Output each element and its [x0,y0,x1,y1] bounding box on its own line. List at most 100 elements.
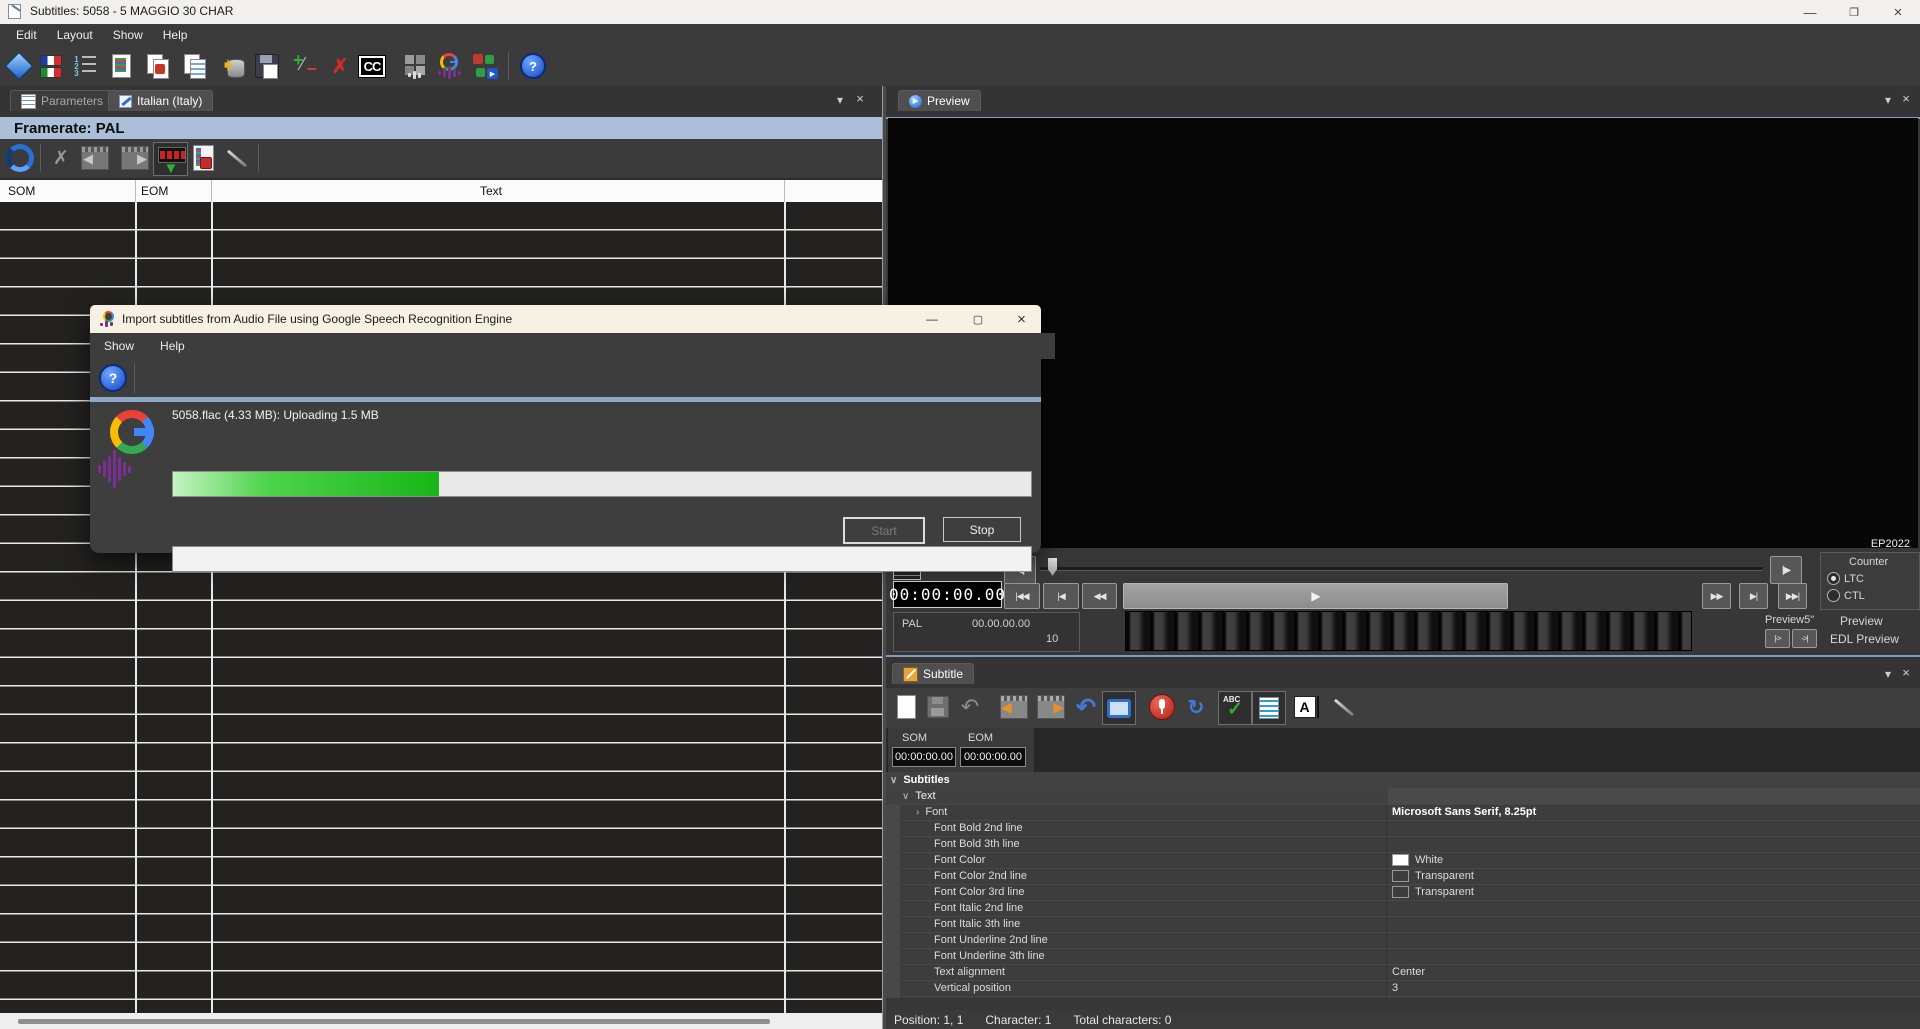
tab-list-dropdown-icon[interactable]: ▾ [832,93,848,107]
previous-frame-button[interactable]: |◀ [1043,583,1079,609]
preview-in-button[interactable]: |-> [1765,629,1790,648]
menu-layout[interactable]: Layout [47,24,103,46]
import-filmstrip-icon[interactable]: ▼ [153,142,188,176]
microphone-icon[interactable] [1146,691,1178,723]
property-row-font-color[interactable]: Font Color White [886,852,1920,869]
property-row-font[interactable]: ›Font Microsoft Sans Serif, 8.25pt [886,804,1920,821]
dialog-help-icon[interactable]: ? [99,364,127,392]
refresh-circle-icon[interactable] [5,142,35,174]
closed-captions-icon[interactable]: CC [357,50,387,82]
preview-dropdown-icon[interactable]: ▾ [1880,93,1896,107]
delete-red-x-icon[interactable]: ✗ [325,50,355,82]
fast-forward-button[interactable]: ▶▶ [1702,583,1731,609]
property-row-font-color-2nd[interactable]: Font Color 2nd line Transparent [886,868,1920,885]
database-export-icon[interactable]: ➧ [218,50,248,82]
column-text[interactable]: Text [480,184,502,198]
refresh-blue-icon[interactable]: ↻ [1180,691,1212,723]
subtitle-dropdown-icon[interactable]: ▾ [1880,667,1896,681]
tab-close-icon[interactable]: × [852,91,868,106]
new-document-icon[interactable] [890,691,922,723]
preview-close-icon[interactable]: × [1898,91,1914,106]
audio-blocks-icon[interactable] [400,50,430,82]
undo-gray-icon[interactable]: ↶ [954,691,986,723]
dialog-close-button[interactable]: × [1002,305,1041,333]
subtitle-close-icon[interactable]: × [1898,665,1914,680]
chevron-down-icon[interactable]: ∨ [890,775,897,786]
spellcheck-icon[interactable]: ABC ✓ [1218,691,1252,725]
close-button[interactable]: × [1876,0,1920,24]
minimize-button[interactable]: — [1788,0,1832,24]
save-icon[interactable] [922,691,954,723]
skip-to-start-button[interactable]: |◀◀ [1004,583,1040,609]
dialog-maximize-button[interactable]: ▢ [956,305,1000,333]
copy-documents-red-icon[interactable] [143,50,173,82]
restore-button[interactable]: ❐ [1832,0,1876,24]
property-row-font-color-3rd[interactable]: Font Color 3rd line Transparent [886,884,1920,901]
horizontal-scrollbar[interactable] [0,1013,882,1029]
eom-input[interactable]: 00:00:00.00 [960,747,1026,767]
clip-next-icon[interactable]: ▶ [1035,691,1067,723]
rewind-button[interactable]: ◀◀ [1082,583,1117,609]
property-row-font-italic-3th[interactable]: Font Italic 3th line [886,916,1920,933]
tab-italian-italy[interactable]: Italian (Italy) [108,90,213,111]
undo-blue-icon[interactable]: ↶ [1070,691,1102,723]
screen-box-icon[interactable] [1102,691,1136,725]
tab-subtitle[interactable]: Subtitle [892,663,974,684]
dialog-minimize-button[interactable]: — [910,305,954,333]
chevron-down-icon[interactable]: ∨ [902,791,909,802]
chevron-right-icon[interactable]: › [916,807,919,818]
media-flowchart-icon[interactable]: ▶ [470,50,500,82]
menu-edit[interactable]: Edit [6,24,47,46]
next-frame-button[interactable]: ▶| [1739,583,1768,609]
tab-parameters[interactable]: Parameters [10,90,114,111]
property-group-subtitles[interactable]: ∨Subtitles [886,772,1920,789]
help-icon[interactable]: ? [518,50,548,82]
preview-out-button[interactable]: ->| [1792,629,1817,648]
skip-to-end-button[interactable]: ▶▶| [1778,583,1807,609]
stop-button[interactable]: Stop [943,517,1021,542]
som-input[interactable]: 00:00:00.00 [892,747,956,767]
languages-flags-icon[interactable] [36,50,66,82]
column-eom[interactable]: EOM [141,184,168,198]
timeline-slider-track[interactable] [1040,567,1763,571]
menu-show[interactable]: Show [103,24,153,46]
property-row-font-underline-3th[interactable]: Font Underline 3th line [886,948,1920,965]
clip-left-icon[interactable]: ◀ [78,142,112,174]
copy-documents-blue-icon[interactable] [180,50,210,82]
add-remove-icon[interactable]: + ⁄ − [290,50,320,82]
play-button[interactable]: ▶ [1123,583,1508,609]
save-file-icon[interactable] [252,50,282,82]
tool-wand-icon[interactable] [222,142,252,174]
property-row-font-underline-2nd[interactable]: Font Underline 2nd line [886,932,1920,949]
property-row-font-bold-3th[interactable]: Font Bold 3th line [886,836,1920,853]
radio-ltc[interactable]: LTC [1827,572,1864,585]
tab-preview[interactable]: ▶ Preview [898,90,981,111]
delete-x-icon[interactable]: ✗ [46,142,76,174]
tool-wand-icon[interactable] [1328,691,1360,723]
menu-help[interactable]: Help [153,24,198,46]
column-som[interactable]: SOM [8,184,35,198]
start-button[interactable]: Start [843,517,925,544]
letter-a-icon[interactable]: A [1290,691,1322,723]
import-document-icon[interactable] [106,50,136,82]
text-lines-icon[interactable] [1252,691,1286,725]
property-row-font-italic-2nd[interactable]: Font Italic 2nd line [886,900,1920,917]
radio-ctl[interactable]: CTL [1827,589,1865,602]
property-row-vertical-position[interactable]: Vertical position 3 [886,980,1920,997]
property-group-text[interactable]: ∨Text [886,788,1920,805]
scrollbar-thumb[interactable] [18,1019,770,1024]
property-row-text-alignment[interactable]: Text alignment Center [886,964,1920,981]
numbered-list-icon[interactable]: 123 [70,50,100,82]
timeline-slider-thumb[interactable] [1048,558,1057,576]
google-speech-icon[interactable] [434,50,464,82]
preview-mode-label[interactable]: Preview [1840,614,1883,628]
property-row-font-bold-2nd[interactable]: Font Bold 2nd line [886,820,1920,837]
edl-preview-label[interactable]: EDL Preview [1830,632,1899,646]
slider-step-forward-button[interactable]: |▶ [1770,556,1802,584]
dialog-menu-show[interactable]: Show [104,339,134,353]
filmstrip-thumbnails[interactable] [1125,611,1692,651]
locked-document-icon[interactable] [188,142,218,174]
clip-right-icon[interactable]: ▶ [118,142,152,174]
project-gem-icon[interactable] [4,50,34,82]
dialog-menu-help[interactable]: Help [160,339,185,353]
